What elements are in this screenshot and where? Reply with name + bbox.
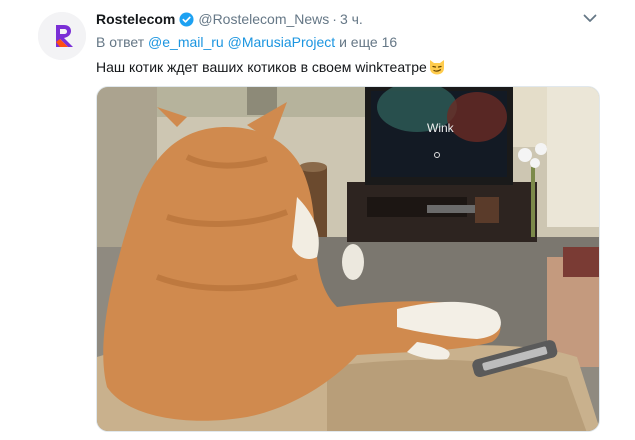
tweet-media-photo[interactable]: Wink: [96, 86, 600, 432]
mention-link-e-mail-ru[interactable]: @e_mail_ru: [148, 34, 224, 50]
reply-suffix[interactable]: и еще 16: [339, 34, 397, 50]
mention-link-marusia-project[interactable]: @MarusiaProject: [228, 34, 336, 50]
smirking-cat-emoji-icon: [428, 58, 446, 76]
author-handle[interactable]: @Rostelecom_News: [198, 11, 329, 27]
reply-prefix: В ответ: [96, 34, 145, 50]
author-name[interactable]: Rostelecom: [96, 11, 175, 27]
tweet-header: Rostelecom @Rostelecom_News · 3 ч.: [96, 10, 363, 28]
avatar[interactable]: [38, 12, 86, 60]
verified-badge-icon: [179, 11, 194, 27]
reply-context: В ответ @e_mail_ru @MarusiaProject и еще…: [96, 34, 397, 50]
tweet[interactable]: Rostelecom @Rostelecom_News · 3 ч. В отв…: [0, 0, 635, 440]
tv-screen-label: Wink: [427, 121, 455, 135]
separator-dot: ·: [332, 11, 337, 27]
cat-watching-tv-photo: Wink: [97, 87, 599, 431]
chevron-down-icon[interactable]: [581, 11, 599, 25]
tweet-timestamp[interactable]: 3 ч.: [340, 11, 363, 27]
rostelecom-logo-icon: [38, 12, 86, 60]
tweet-text: Наш котик ждет ваших котиков в своем win…: [96, 58, 446, 76]
tweet-text-body: Наш котик ждет ваших котиков в своем win…: [96, 59, 427, 75]
